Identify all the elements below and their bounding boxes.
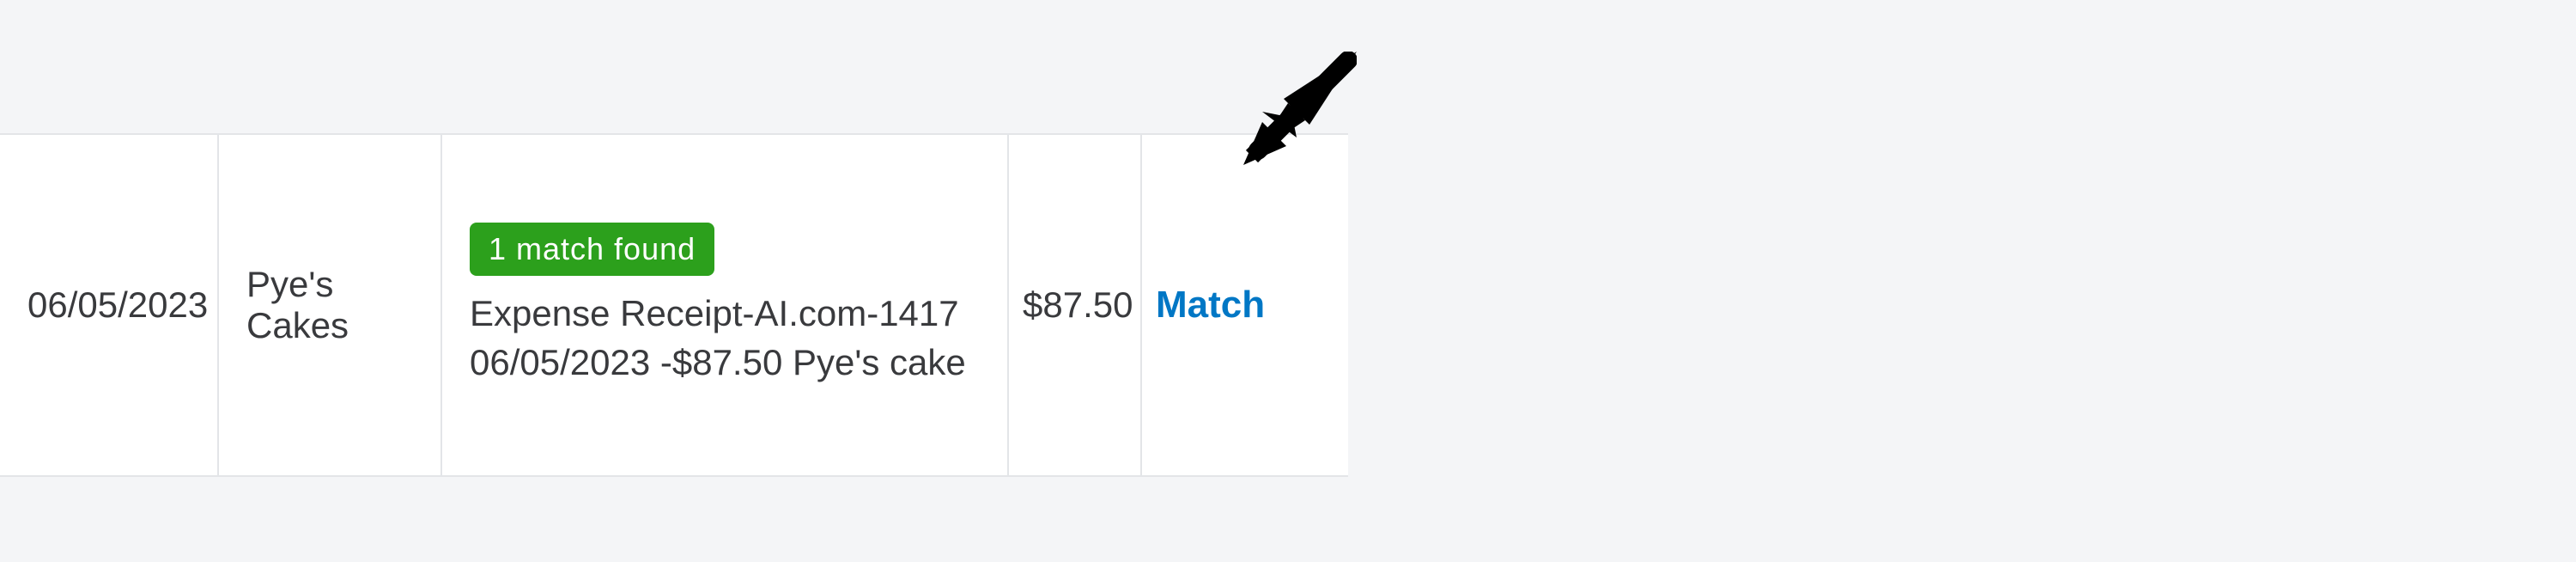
cell-action: Match [1142,135,1348,475]
cell-description: 1 match found Expense Receipt-AI.com-141… [442,135,1009,475]
match-description: Expense Receipt-AI.com-1417 06/05/2023 -… [470,290,980,387]
cell-payee: Pye's Cakes [219,135,442,475]
transaction-date: 06/05/2023 [27,284,208,326]
cell-date: 06/05/2023 [0,135,219,475]
transaction-amount: $87.50 [1023,284,1133,326]
transaction-row-container: 06/05/2023 Pye's Cakes 1 match found Exp… [0,0,1348,562]
payee-name: Pye's Cakes [246,264,413,346]
cell-amount: $87.50 [1009,135,1142,475]
table-row: 06/05/2023 Pye's Cakes 1 match found Exp… [0,133,1348,477]
match-button[interactable]: Match [1156,284,1265,327]
match-found-badge: 1 match found [470,223,714,276]
